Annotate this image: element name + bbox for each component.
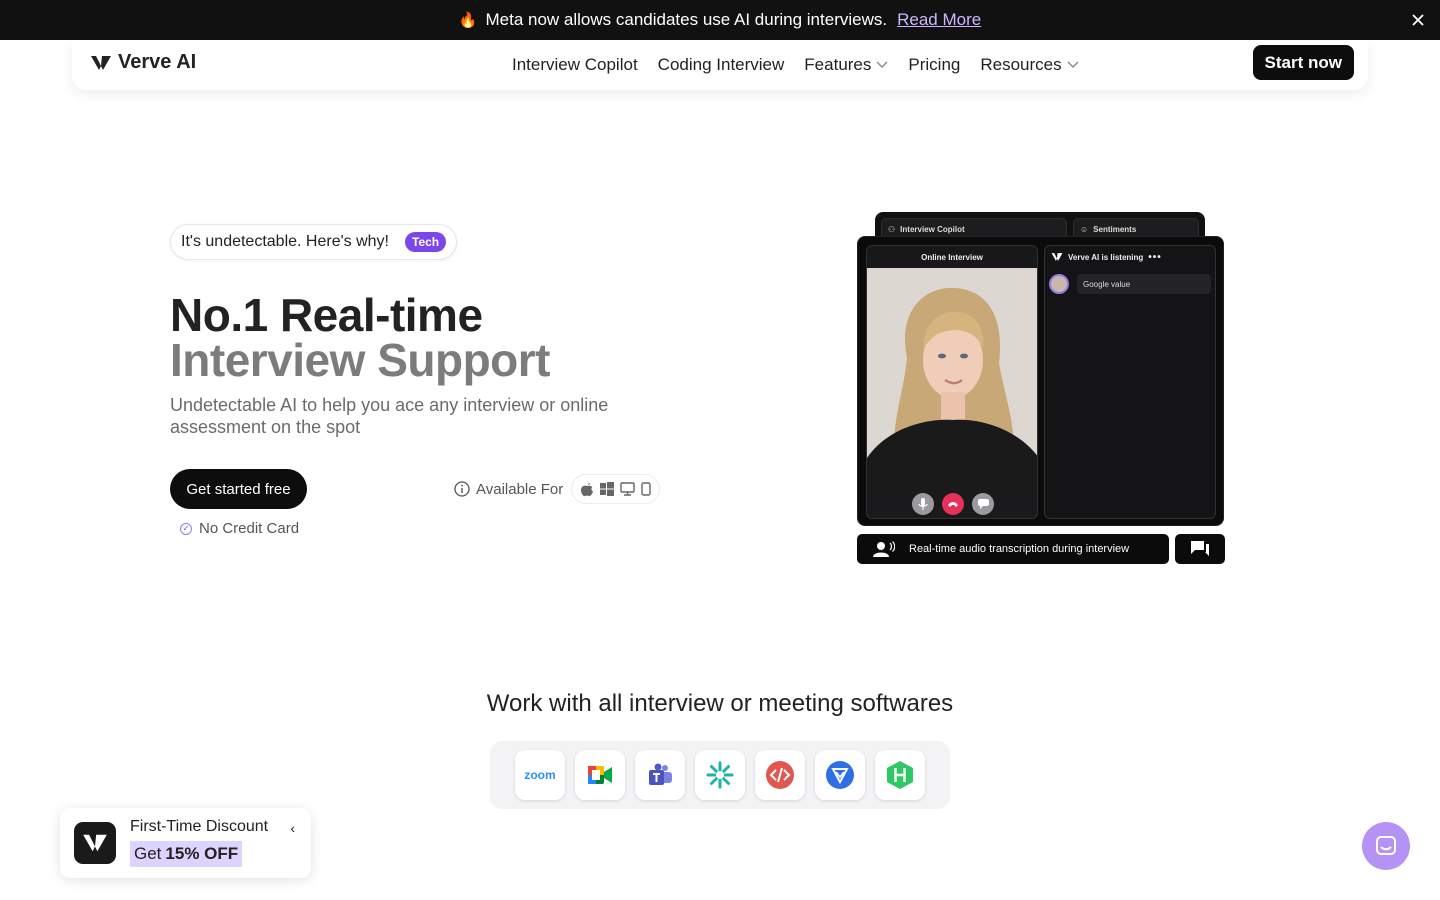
nav-item-interview-copilot[interactable]: Interview Copilot bbox=[512, 55, 638, 75]
nav-item-resources-label: Resources bbox=[980, 55, 1062, 74]
start-now-button[interactable]: Start now bbox=[1252, 45, 1354, 80]
nav-item-coding-interview[interactable]: Coding Interview bbox=[658, 55, 785, 75]
platform-list bbox=[571, 474, 661, 504]
announcement-text: Meta now allows candidates use AI during… bbox=[485, 10, 888, 29]
read-more-link[interactable]: Read More bbox=[897, 10, 981, 30]
sentiments-tab-label: Sentiments bbox=[1093, 224, 1137, 234]
windows-icon bbox=[600, 482, 615, 496]
copilot-tab-label: Interview Copilot bbox=[900, 224, 965, 234]
ai-listening-title: Verve AI is listening bbox=[1068, 252, 1144, 262]
star-app[interactable] bbox=[695, 750, 745, 800]
chevron-down-icon bbox=[876, 61, 888, 68]
call-controls bbox=[867, 490, 1037, 518]
chat-icon bbox=[1191, 541, 1209, 556]
no-credit-card-note: ✓ No Credit Card bbox=[180, 520, 299, 537]
nav-item-features[interactable]: Features bbox=[804, 55, 888, 75]
code-app[interactable] bbox=[755, 750, 805, 800]
announcement-bar: 🔥 Meta now allows candidates use AI duri… bbox=[0, 0, 1440, 40]
info-icon bbox=[454, 481, 470, 497]
typing-dots-icon: ••• bbox=[1148, 251, 1162, 263]
hang-up-icon[interactable] bbox=[942, 493, 964, 515]
transcription-caption: Real-time audio transcription during int… bbox=[857, 534, 1169, 564]
ai-listening-header: Verve AI is listening ••• bbox=[1045, 246, 1215, 268]
collapse-chevron-icon[interactable]: ‹ bbox=[290, 820, 295, 836]
available-for-label: Available For bbox=[476, 480, 564, 498]
sentiment-tab-icon: ☺ bbox=[1080, 224, 1089, 234]
undetectable-pill[interactable]: It's undetectable. Here's why! Tech bbox=[170, 224, 458, 260]
verve-logo-icon bbox=[91, 55, 111, 70]
mobile-icon bbox=[641, 482, 651, 496]
hackerrank-icon bbox=[887, 761, 913, 789]
copilot-tab-icon: ⚇ bbox=[888, 224, 896, 234]
get-started-button[interactable]: Get started free bbox=[170, 469, 307, 509]
tech-badge: Tech bbox=[405, 232, 447, 252]
avatar bbox=[1049, 274, 1069, 294]
google-meet-app[interactable] bbox=[575, 750, 625, 800]
support-chat-button[interactable] bbox=[1362, 822, 1410, 870]
google-meet-icon bbox=[588, 766, 612, 784]
chat-launcher-icon bbox=[1376, 836, 1396, 855]
candidate-video bbox=[867, 268, 1037, 492]
hackerrank-app[interactable] bbox=[875, 750, 925, 800]
top-nav: Verve AI Interview Copilot Coding Interv… bbox=[72, 40, 1368, 90]
discount-get: Get bbox=[134, 844, 162, 863]
shield-app[interactable] bbox=[815, 750, 865, 800]
teams-icon bbox=[649, 763, 672, 785]
hero-title-line2: Interview Support bbox=[170, 334, 550, 386]
pill-text: It's undetectable. Here's why! bbox=[181, 233, 389, 250]
ai-listening-panel: Verve AI is listening ••• Google value bbox=[1044, 245, 1216, 519]
microphone-icon[interactable] bbox=[912, 493, 934, 515]
online-interview-title: Online Interview bbox=[921, 252, 983, 262]
teams-app[interactable] bbox=[635, 750, 685, 800]
caption-text: Real-time audio transcription during int… bbox=[909, 543, 1130, 555]
online-interview-panel: Online Interview bbox=[866, 245, 1038, 519]
hero-subtitle: Undetectable AI to help you ace any inte… bbox=[170, 395, 609, 437]
main-menu: Interview Copilot Coding Interview Featu… bbox=[512, 40, 1079, 90]
chat-icon[interactable] bbox=[972, 493, 994, 515]
star-app-icon bbox=[706, 761, 734, 789]
zoom-label: zoom bbox=[524, 768, 556, 782]
discount-amount: 15% OFF bbox=[165, 844, 239, 863]
check-circle-icon: ✓ bbox=[180, 522, 192, 535]
candidate-portrait-image bbox=[867, 268, 1037, 492]
verve-badge-icon bbox=[74, 822, 116, 864]
transcript-message: Google value bbox=[1049, 272, 1211, 296]
shield-app-icon bbox=[826, 761, 854, 789]
apple-icon bbox=[581, 482, 594, 496]
integration-apps: zoom bbox=[490, 741, 950, 809]
discount-title: First-Time Discount bbox=[130, 818, 269, 835]
chevron-down-icon bbox=[1067, 61, 1079, 68]
no-credit-card-text: No Credit Card bbox=[199, 520, 300, 537]
integrations-heading: Work with all interview or meeting softw… bbox=[486, 690, 954, 717]
code-app-icon bbox=[766, 761, 794, 789]
interview-mockup: Online Interview Verve AI is listening •… bbox=[857, 236, 1224, 526]
nav-item-features-label: Features bbox=[804, 55, 872, 74]
chat-toggle-button[interactable] bbox=[1175, 534, 1225, 564]
discount-offer: Get 15% OFF bbox=[130, 841, 243, 867]
speaking-person-icon bbox=[873, 541, 895, 557]
brand-logo[interactable]: Verve AI bbox=[90, 51, 196, 74]
fire-icon: 🔥 bbox=[458, 12, 478, 29]
zoom-app[interactable]: zoom bbox=[515, 750, 565, 800]
discount-popup[interactable]: First-Time Discount Get 15% OFF ‹ bbox=[60, 808, 311, 878]
desktop-icon bbox=[620, 482, 635, 496]
nav-item-resources[interactable]: Resources bbox=[980, 55, 1079, 75]
nav-item-pricing[interactable]: Pricing bbox=[908, 55, 960, 75]
close-icon[interactable] bbox=[1406, 8, 1430, 32]
verve-logo-icon bbox=[1051, 253, 1063, 261]
brand-name: Verve AI bbox=[118, 51, 197, 73]
availability: Available For bbox=[454, 474, 661, 504]
transcript-text: Google value bbox=[1077, 274, 1211, 294]
